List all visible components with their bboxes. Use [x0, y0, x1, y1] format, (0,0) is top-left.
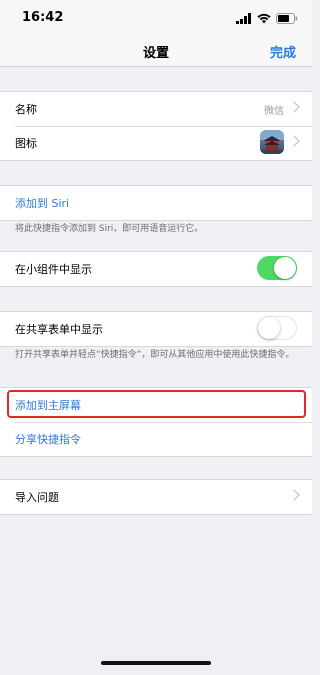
share-sheet-label: 在共享表单中显示: [15, 323, 103, 336]
siri-section: 添加到 Siri: [0, 185, 312, 221]
add-to-siri-link[interactable]: 添加到 Siri: [15, 195, 69, 211]
share-shortcut-row[interactable]: 分享快捷指令: [0, 422, 312, 456]
icon-label: 图标: [15, 137, 37, 150]
done-button[interactable]: 完成: [270, 42, 296, 61]
widget-label: 在小组件中显示: [15, 263, 92, 276]
home-indicator: [101, 661, 211, 665]
share-sheet-section: 在共享表单中显示: [0, 311, 312, 347]
widget-section: 在小组件中显示: [0, 251, 312, 287]
name-icon-section: 名称 微信 图标: [0, 91, 312, 161]
icon-row[interactable]: 图标: [0, 126, 312, 160]
toggle-knob: [258, 317, 280, 339]
wifi-icon: [257, 13, 271, 23]
share-sheet-toggle[interactable]: [257, 316, 297, 340]
chevron-right-icon: [288, 489, 300, 501]
chevron-right-icon: [288, 101, 300, 113]
name-label: 名称: [15, 103, 37, 116]
status-time: 16:42: [22, 10, 64, 25]
import-questions-row[interactable]: 导入问题: [0, 480, 312, 514]
toggle-knob: [274, 257, 296, 279]
widget-row: 在小组件中显示: [0, 252, 312, 286]
share-sheet-footnote: 打开共享表单并轻点“快捷指令”，即可从其他应用中使用此快捷指令。: [15, 350, 295, 360]
status-bar: 16:42: [0, 0, 312, 36]
navigation-bar: 设置 完成: [0, 36, 312, 67]
battery-icon: [276, 12, 298, 24]
page-title: 设置: [142, 46, 169, 61]
import-section: 导入问题: [0, 479, 312, 515]
status-icons: [236, 12, 298, 24]
name-row[interactable]: 名称 微信: [0, 92, 312, 126]
share-shortcut-link[interactable]: 分享快捷指令: [15, 431, 81, 447]
widget-toggle[interactable]: [257, 256, 297, 280]
siri-footnote: 将此快捷指令添加到 Siri，即可用语音运行它。: [15, 224, 204, 234]
add-to-siri-row[interactable]: 添加到 Siri: [0, 186, 312, 220]
share-sheet-row: 在共享表单中显示: [0, 312, 312, 346]
shortcut-app-icon: [260, 130, 284, 154]
name-value: 微信: [264, 106, 284, 117]
chevron-right-icon: [288, 135, 300, 147]
signal-icon: [236, 12, 251, 24]
import-questions-label: 导入问题: [15, 491, 59, 504]
highlight-box: [7, 390, 306, 418]
